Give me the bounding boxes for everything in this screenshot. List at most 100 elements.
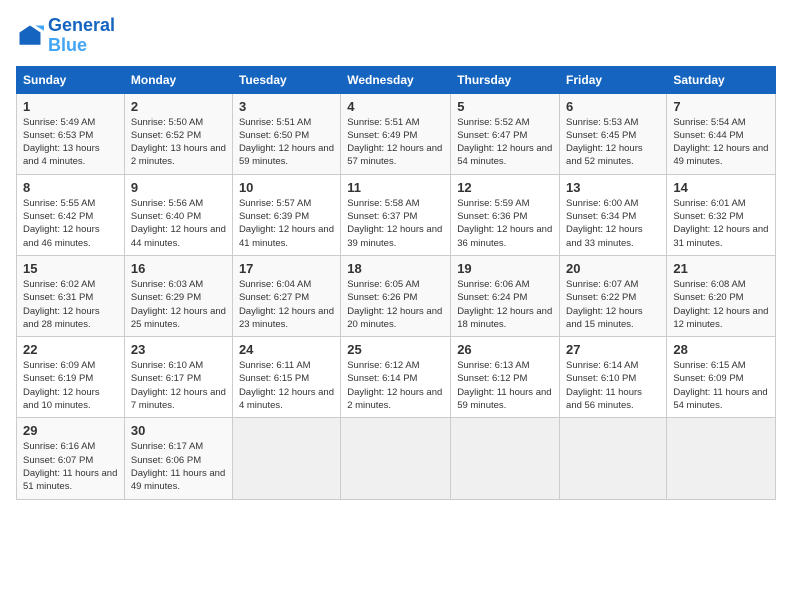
week-row-5: 29 Sunrise: 6:16 AMSunset: 6:07 PMDayligh… <box>17 418 776 499</box>
day-number: 11 <box>347 180 444 195</box>
day-info: Sunrise: 6:02 AMSunset: 6:31 PMDaylight:… <box>23 278 118 331</box>
calendar-cell: 26 Sunrise: 6:13 AMSunset: 6:12 PMDayligh… <box>451 337 560 418</box>
day-number: 19 <box>457 261 553 276</box>
day-info: Sunrise: 5:58 AMSunset: 6:37 PMDaylight:… <box>347 197 444 250</box>
day-info: Sunrise: 5:53 AMSunset: 6:45 PMDaylight:… <box>566 116 660 169</box>
weekday-header-saturday: Saturday <box>667 66 776 93</box>
weekday-header-thursday: Thursday <box>451 66 560 93</box>
day-info: Sunrise: 6:08 AMSunset: 6:20 PMDaylight:… <box>673 278 769 331</box>
week-row-1: 1Sunrise: 5:49 AMSunset: 6:53 PMDaylight… <box>17 93 776 174</box>
day-number: 3 <box>239 99 334 114</box>
day-info: Sunrise: 5:51 AMSunset: 6:49 PMDaylight:… <box>347 116 444 169</box>
day-number: 10 <box>239 180 334 195</box>
calendar-cell: 25Sunrise: 6:12 AMSunset: 6:14 PMDayligh… <box>341 337 451 418</box>
calendar-cell: 2Sunrise: 5:50 AMSunset: 6:52 PMDaylight… <box>124 93 232 174</box>
day-info: Sunrise: 5:54 AMSunset: 6:44 PMDaylight:… <box>673 116 769 169</box>
day-info: Sunrise: 5:52 AMSunset: 6:47 PMDaylight:… <box>457 116 553 169</box>
day-number: 29 <box>23 423 118 438</box>
calendar-cell: 17 Sunrise: 6:04 AMSunset: 6:27 PMDayligh… <box>232 255 340 336</box>
day-number: 14 <box>673 180 769 195</box>
calendar-cell: 28 Sunrise: 6:15 AMSunset: 6:09 PMDayligh… <box>667 337 776 418</box>
calendar-cell: 29 Sunrise: 6:16 AMSunset: 6:07 PMDayligh… <box>17 418 125 499</box>
calendar-cell <box>667 418 776 499</box>
day-number: 9 <box>131 180 226 195</box>
calendar-cell: 7Sunrise: 5:54 AMSunset: 6:44 PMDaylight… <box>667 93 776 174</box>
day-number: 4 <box>347 99 444 114</box>
day-info: Sunrise: 6:11 AMSunset: 6:15 PMDaylight:… <box>239 359 334 412</box>
calendar-cell: 30 Sunrise: 6:17 AMSunset: 6:06 PMDayligh… <box>124 418 232 499</box>
day-number: 25 <box>347 342 444 357</box>
day-number: 24 <box>239 342 334 357</box>
calendar-cell <box>451 418 560 499</box>
calendar-cell: 15Sunrise: 6:02 AMSunset: 6:31 PMDayligh… <box>17 255 125 336</box>
day-info: Sunrise: 6:10 AMSunset: 6:17 PMDaylight:… <box>131 359 226 412</box>
calendar-cell: 9 Sunrise: 5:56 AMSunset: 6:40 PMDaylight… <box>124 174 232 255</box>
calendar-cell: 4 Sunrise: 5:51 AMSunset: 6:49 PMDaylight… <box>341 93 451 174</box>
day-info: Sunrise: 6:05 AMSunset: 6:26 PMDaylight:… <box>347 278 444 331</box>
weekday-header-friday: Friday <box>560 66 667 93</box>
week-row-4: 22 Sunrise: 6:09 AMSunset: 6:19 PMDayligh… <box>17 337 776 418</box>
day-number: 28 <box>673 342 769 357</box>
day-number: 8 <box>23 180 118 195</box>
week-row-3: 15Sunrise: 6:02 AMSunset: 6:31 PMDayligh… <box>17 255 776 336</box>
day-number: 1 <box>23 99 118 114</box>
day-info: Sunrise: 5:50 AMSunset: 6:52 PMDaylight:… <box>131 116 226 169</box>
page-header: General Blue <box>16 16 776 56</box>
calendar-cell: 24 Sunrise: 6:11 AMSunset: 6:15 PMDayligh… <box>232 337 340 418</box>
calendar-cell: 5 Sunrise: 5:52 AMSunset: 6:47 PMDaylight… <box>451 93 560 174</box>
day-info: Sunrise: 6:17 AMSunset: 6:06 PMDaylight:… <box>131 440 226 493</box>
calendar-cell: 8 Sunrise: 5:55 AMSunset: 6:42 PMDaylight… <box>17 174 125 255</box>
calendar-cell <box>232 418 340 499</box>
logo-text: General Blue <box>48 16 115 56</box>
weekday-header-tuesday: Tuesday <box>232 66 340 93</box>
day-number: 26 <box>457 342 553 357</box>
day-info: Sunrise: 6:00 AMSunset: 6:34 PMDaylight:… <box>566 197 660 250</box>
calendar-cell: 3 Sunrise: 5:51 AMSunset: 6:50 PMDaylight… <box>232 93 340 174</box>
calendar-cell: 13 Sunrise: 6:00 AMSunset: 6:34 PMDayligh… <box>560 174 667 255</box>
weekday-header-monday: Monday <box>124 66 232 93</box>
day-info: Sunrise: 5:59 AMSunset: 6:36 PMDaylight:… <box>457 197 553 250</box>
calendar-cell: 27Sunrise: 6:14 AMSunset: 6:10 PMDayligh… <box>560 337 667 418</box>
calendar-cell: 18Sunrise: 6:05 AMSunset: 6:26 PMDayligh… <box>341 255 451 336</box>
week-row-2: 8 Sunrise: 5:55 AMSunset: 6:42 PMDaylight… <box>17 174 776 255</box>
calendar-cell <box>560 418 667 499</box>
calendar-cell: 20 Sunrise: 6:07 AMSunset: 6:22 PMDayligh… <box>560 255 667 336</box>
calendar-cell: 16Sunrise: 6:03 AMSunset: 6:29 PMDayligh… <box>124 255 232 336</box>
day-number: 23 <box>131 342 226 357</box>
calendar-cell: 23 Sunrise: 6:10 AMSunset: 6:17 PMDayligh… <box>124 337 232 418</box>
day-number: 13 <box>566 180 660 195</box>
calendar-cell: 1Sunrise: 5:49 AMSunset: 6:53 PMDaylight… <box>17 93 125 174</box>
day-number: 12 <box>457 180 553 195</box>
day-number: 21 <box>673 261 769 276</box>
calendar-cell: 12 Sunrise: 5:59 AMSunset: 6:36 PMDayligh… <box>451 174 560 255</box>
calendar-cell: 22 Sunrise: 6:09 AMSunset: 6:19 PMDayligh… <box>17 337 125 418</box>
day-number: 6 <box>566 99 660 114</box>
calendar-cell: 19 Sunrise: 6:06 AMSunset: 6:24 PMDayligh… <box>451 255 560 336</box>
day-info: Sunrise: 6:13 AMSunset: 6:12 PMDaylight:… <box>457 359 553 412</box>
day-number: 30 <box>131 423 226 438</box>
calendar-cell: 21 Sunrise: 6:08 AMSunset: 6:20 PMDayligh… <box>667 255 776 336</box>
day-info: Sunrise: 6:04 AMSunset: 6:27 PMDaylight:… <box>239 278 334 331</box>
day-info: Sunrise: 6:15 AMSunset: 6:09 PMDaylight:… <box>673 359 769 412</box>
day-number: 5 <box>457 99 553 114</box>
day-number: 27 <box>566 342 660 357</box>
day-info: Sunrise: 5:57 AMSunset: 6:39 PMDaylight:… <box>239 197 334 250</box>
day-number: 22 <box>23 342 118 357</box>
day-info: Sunrise: 6:06 AMSunset: 6:24 PMDaylight:… <box>457 278 553 331</box>
calendar-cell: 6 Sunrise: 5:53 AMSunset: 6:45 PMDaylight… <box>560 93 667 174</box>
day-info: Sunrise: 6:16 AMSunset: 6:07 PMDaylight:… <box>23 440 118 493</box>
day-info: Sunrise: 6:01 AMSunset: 6:32 PMDaylight:… <box>673 197 769 250</box>
weekday-header-sunday: Sunday <box>17 66 125 93</box>
day-info: Sunrise: 6:07 AMSunset: 6:22 PMDaylight:… <box>566 278 660 331</box>
calendar-table: SundayMondayTuesdayWednesdayThursdayFrid… <box>16 66 776 500</box>
day-number: 16 <box>131 261 226 276</box>
day-number: 17 <box>239 261 334 276</box>
day-info: Sunrise: 5:51 AMSunset: 6:50 PMDaylight:… <box>239 116 334 169</box>
day-info: Sunrise: 6:09 AMSunset: 6:19 PMDaylight:… <box>23 359 118 412</box>
day-info: Sunrise: 5:56 AMSunset: 6:40 PMDaylight:… <box>131 197 226 250</box>
weekday-header-wednesday: Wednesday <box>341 66 451 93</box>
day-number: 20 <box>566 261 660 276</box>
calendar-cell: 11 Sunrise: 5:58 AMSunset: 6:37 PMDayligh… <box>341 174 451 255</box>
calendar-cell <box>341 418 451 499</box>
day-info: Sunrise: 5:55 AMSunset: 6:42 PMDaylight:… <box>23 197 118 250</box>
